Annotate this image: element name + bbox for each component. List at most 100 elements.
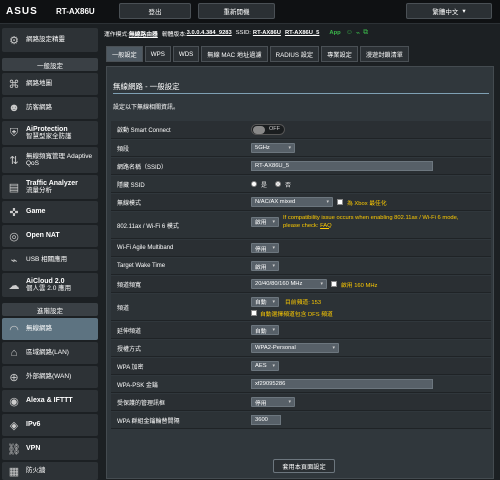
reboot-button[interactable]: 重新開機 [198, 3, 275, 19]
tab-general[interactable]: 一般設定 [106, 46, 143, 62]
ssid-5g-link[interactable]: RT-AX86U_5 [285, 30, 319, 36]
row-label: Wi-Fi Agile Multiband [117, 245, 174, 251]
row-rekey: WPA 群組金鑰輪替間隔 3600 [111, 412, 491, 429]
sidebar-item-label: Game [26, 208, 46, 216]
sidebar-item-label: 外部網路(WAN) [26, 373, 72, 381]
wpa-encryption-select[interactable]: AES ▾ [251, 361, 279, 371]
globe-icon: ◎ [9, 230, 19, 243]
sidebar-item-label: 防火牆 [26, 467, 46, 475]
channel-select[interactable]: 自動 ▾ [251, 296, 279, 307]
usb-icon: ⌁ [10, 254, 18, 267]
firmware-value[interactable]: 3.0.0.4.384_9283 [187, 30, 232, 36]
wifi-icon: ◠ [9, 323, 19, 336]
alexa-icon: ◉ [9, 395, 19, 408]
firewall-icon: ▦ [8, 465, 20, 478]
language-select[interactable]: 繁體中文 ▾ [406, 3, 492, 19]
sidebar-item-network-map[interactable]: ⌘ 網路地圖 [2, 73, 98, 95]
sidebar-item-label: 網路設定精靈 [26, 36, 65, 44]
sidebar-item-ipv6[interactable]: ◈ IPv6 [2, 414, 98, 436]
pmf-select[interactable]: 停用 ▾ [251, 397, 295, 407]
row-hide-ssid: 隱藏 SSID 是 否 [111, 176, 491, 193]
ax-mode-select[interactable]: 啟用 ▾ [251, 216, 279, 227]
main-content: 運作模式: 無線路由器 韌體版本: 3.0.0.4.384_9283 SSID:… [104, 26, 496, 479]
settings-panel: 無線網路 - 一般設定 設定以下無線相關資訊。 啟動 Smart Connect… [106, 66, 494, 479]
sidebar-item-lan[interactable]: ⌂ 區域網路(LAN) [2, 342, 98, 364]
sidebar-item-label: AiCloud 2.0 個人雲 2.0 應用 [26, 277, 72, 293]
usb-icon[interactable]: ⌁ [356, 29, 360, 37]
logout-button[interactable]: 登出 [119, 3, 191, 19]
sidebar-item-alexa[interactable]: ◉ Alexa & IFTTT [2, 390, 98, 412]
ax-compat-warning: If compatibility issue occurs when enabl… [283, 214, 459, 229]
faq-link[interactable]: FAQ [320, 223, 332, 229]
person-icon[interactable]: ☺ [346, 29, 353, 37]
ssid-input[interactable]: RT-AX86U_5 [251, 161, 433, 171]
tab-mac-filter[interactable]: 無線 MAC 地址過濾 [201, 46, 268, 62]
network-icon[interactable]: ⧉ [363, 29, 368, 37]
mode-value[interactable]: 無線路由器 [129, 29, 158, 38]
sidebar-item-open-nat[interactable]: ◎ Open NAT [2, 225, 98, 247]
sidebar-item-quick-setup[interactable]: ⚙ 網路設定精靈 [2, 28, 98, 52]
hide-ssid-yes-radio[interactable] [251, 181, 257, 187]
sidebar-item-usb[interactable]: ⌁ USB 相關應用 [2, 249, 98, 271]
top-bar: ASUS RT-AX86U 登出 重新開機 繁體中文 ▾ [0, 0, 500, 24]
qos-icon: ⇅ [9, 154, 19, 167]
cloud-icon: ☁ [8, 279, 20, 292]
sidebar-item-label: IPv6 [26, 421, 41, 429]
sidebar-item-game[interactable]: ✜ Game [2, 201, 98, 223]
row-auth: 授權方式 WPA2-Personal ▾ [111, 340, 491, 357]
sidebar-item-wireless[interactable]: ◠ 無線網路 [2, 318, 98, 340]
twt-select[interactable]: 啟用 ▾ [251, 261, 279, 271]
shield-icon: ⛨ [9, 126, 19, 139]
hide-ssid-no-radio[interactable] [275, 181, 282, 187]
enable-160-checkbox[interactable] [331, 281, 337, 287]
psk-input[interactable]: xf29095286 [251, 379, 433, 389]
apply-button[interactable]: 套用本頁面設定 [273, 459, 335, 473]
row-label: Target Wake Time [117, 263, 166, 269]
ssid-24g-link[interactable]: RT-AX86U [253, 30, 281, 36]
network-map-icon: ⌘ [8, 78, 20, 91]
sidebar-item-traffic-analyzer[interactable]: ▤ Traffic Analyzer 流量分析 [2, 175, 98, 199]
wireless-mode-select[interactable]: N/AC/AX mixed ▾ [251, 197, 333, 207]
tab-wps[interactable]: WPS [144, 46, 171, 62]
ext-channel-select[interactable]: 自動 ▾ [251, 325, 279, 335]
tab-radius[interactable]: RADIUS 設定 [269, 46, 320, 62]
row-channel: 頻道 自動 ▾ 目前頻道: 153 自動選擇頻道包含 DFS 頻道 [111, 294, 491, 321]
multiband-select[interactable]: 停用 ▾ [251, 243, 279, 253]
row-label: WPA 加密 [117, 364, 144, 371]
sidebar-item-vpn[interactable]: ⛓ VPN [2, 438, 98, 460]
auth-method-select[interactable]: WPA2-Personal ▾ [251, 343, 339, 353]
row-label: 隱藏 SSID [117, 182, 145, 189]
sidebar-item-firewall[interactable]: ▦ 防火牆 [2, 462, 98, 480]
row-label: 啟動 Smart Connect [117, 128, 171, 134]
chart-icon: ▤ [8, 181, 20, 194]
row-label: 延伸頻道 [117, 328, 142, 335]
rekey-interval-input[interactable]: 3600 [251, 415, 281, 425]
band-select[interactable]: 5GHz ▾ [251, 143, 295, 153]
lan-icon: ⌂ [10, 347, 18, 359]
sidebar-item-aiprotection[interactable]: ⛨ AiProtection 智慧型家全防護 [2, 121, 98, 145]
guest-icon: ☻ [8, 102, 20, 114]
bandwidth-select[interactable]: 20/40/80/160 MHz ▾ [251, 279, 327, 289]
title-divider [113, 93, 489, 94]
row-label: 無線模式 [117, 200, 142, 207]
row-label: 受保護的管理訊框 [117, 400, 166, 407]
vpn-icon: ⛓ [7, 443, 21, 456]
dfs-label: 自動選擇頻道包含 DFS 頻道 [260, 311, 333, 318]
row-ssid: 網路名稱（SSID） RT-AX86U_5 [111, 158, 491, 175]
sidebar-item-qos[interactable]: ⇅ 無線頻寬管理 Adaptive QoS [2, 147, 98, 173]
sidebar-item-label: Traffic Analyzer 流量分析 [26, 179, 78, 195]
tab-wds[interactable]: WDS [172, 46, 200, 62]
sidebar-item-wan[interactable]: ⊕ 外部網路(WAN) [2, 366, 98, 388]
sidebar-general-header: 一般設定 [2, 58, 98, 71]
smart-connect-toggle[interactable]: OFF [251, 124, 285, 135]
dfs-checkbox[interactable] [251, 310, 257, 316]
sidebar-item-aicloud[interactable]: ☁ AiCloud 2.0 個人雲 2.0 應用 [2, 273, 98, 297]
tab-roaming-block[interactable]: 漫遊封鎖清單 [359, 46, 409, 62]
app-link[interactable]: App [329, 30, 340, 36]
tab-professional[interactable]: 專業設定 [321, 46, 358, 62]
xbox-optimize-label: 為 Xbox 最佳化 [347, 200, 387, 207]
status-bar: 運作模式: 無線路由器 韌體版本: 3.0.0.4.384_9283 SSID:… [104, 26, 496, 40]
xbox-optimize-checkbox[interactable] [337, 199, 343, 205]
asus-logo: ASUS [6, 6, 38, 17]
sidebar-item-guest-network[interactable]: ☻ 訪客網路 [2, 97, 98, 119]
